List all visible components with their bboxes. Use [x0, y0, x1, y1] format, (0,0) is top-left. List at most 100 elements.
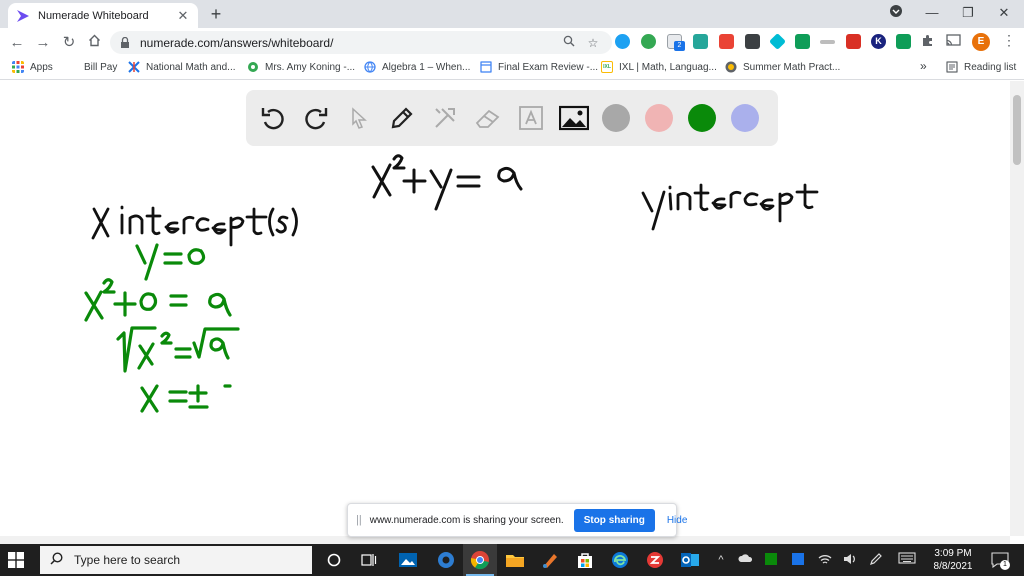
bookmark-item[interactable]: Summer Math Pract... [725, 61, 840, 73]
apps-grid-icon [12, 61, 24, 73]
extension-icon[interactable] [693, 34, 708, 49]
numerade-logo-icon [17, 9, 29, 22]
onedrive-icon[interactable] [738, 552, 754, 568]
file-explorer-icon[interactable] [505, 550, 525, 570]
extension-icon[interactable] [769, 33, 786, 50]
globe-icon [364, 61, 376, 73]
extension-icon[interactable] [615, 34, 630, 49]
extensions-puzzle-icon[interactable] [921, 34, 936, 49]
extension-icon[interactable] [745, 34, 760, 49]
drag-handle-icon[interactable]: || [356, 514, 362, 526]
bookmark-label: National Math and... [146, 61, 236, 73]
home-icon [88, 34, 100, 47]
app-tray-icon[interactable] [790, 552, 806, 568]
search-placeholder: Type here to search [74, 553, 181, 567]
ixl-logo-icon: IXL [601, 61, 613, 73]
chrome-menu-icon[interactable]: ⋮ [1000, 32, 1018, 49]
extension-icon[interactable] [641, 34, 656, 49]
chevron-down-icon [890, 5, 902, 17]
lock-icon [120, 36, 130, 48]
hide-button[interactable]: Hide [667, 515, 688, 526]
reading-list-icon [946, 61, 958, 73]
ink-x-intercept-heading [91, 205, 298, 247]
notification-count: 1 [1000, 560, 1010, 570]
scrollbar-thumb[interactable] [1013, 95, 1021, 165]
notifications-icon[interactable]: 1 [990, 552, 1010, 570]
volume-icon[interactable] [842, 552, 858, 568]
tab-title: Numerade Whiteboard [38, 9, 149, 22]
bookmark-item[interactable]: National Math and... [128, 61, 236, 73]
profile-menu-icon[interactable] [878, 0, 914, 28]
bookmark-item[interactable]: Bill Pay [66, 61, 117, 73]
app-tray-icon[interactable] [763, 552, 779, 568]
app-icon[interactable] [645, 550, 665, 570]
extension-icon[interactable] [795, 34, 810, 49]
forward-button[interactable]: → [32, 32, 54, 54]
zoom-icon[interactable] [560, 35, 578, 50]
ink-y-intercept-heading [641, 183, 819, 231]
bookmark-label: Apps [30, 61, 53, 73]
vertical-scrollbar[interactable] [1010, 81, 1024, 536]
new-tab-button[interactable]: + [205, 3, 227, 25]
address-bar[interactable]: numerade.com/answers/whiteboard/ ☆ [110, 31, 612, 54]
taskbar-search[interactable]: Type here to search [40, 546, 312, 574]
whiteboard-page[interactable] [0, 81, 1010, 536]
reading-list-button[interactable]: Reading list [946, 61, 1016, 73]
bookmark-item[interactable]: Mrs. Amy Koning -... [247, 61, 355, 73]
reload-button[interactable]: ↻ [58, 32, 80, 54]
clock-date: 8/8/2021 [933, 561, 973, 572]
extension-icon[interactable]: K [871, 34, 886, 49]
edge-app-icon[interactable] [610, 550, 630, 570]
more-bookmarks-button[interactable]: » [920, 59, 927, 73]
media-app-icon[interactable] [436, 550, 456, 570]
document-icon [480, 61, 492, 73]
profile-avatar[interactable]: E [972, 33, 990, 51]
whiteboard-canvas[interactable] [0, 81, 1010, 536]
cortana-icon[interactable] [324, 550, 344, 570]
bookmarks-bar: Apps Bill Pay National Math and... Mrs. … [0, 56, 1024, 80]
extension-badge: 2 [674, 41, 685, 51]
outlook-app-icon[interactable] [680, 550, 700, 570]
windows-start-icon[interactable] [8, 552, 24, 568]
close-window-button[interactable]: ✕ [986, 0, 1022, 28]
bookmark-label: Final Exam Review -... [498, 61, 599, 73]
extension-icon[interactable]: 2 [667, 34, 685, 51]
task-view-icon[interactable] [359, 550, 379, 570]
bookmark-item[interactable]: IXL IXL | Math, Languag... [601, 61, 717, 73]
windows-taskbar: Type here to search ^ 3:09 PM 8/8/2021 1 [0, 544, 1024, 576]
browser-tab[interactable]: Numerade Whiteboard ✕ [8, 3, 198, 28]
stop-sharing-button[interactable]: Stop sharing [573, 508, 655, 532]
bookmark-item[interactable]: Final Exam Review -... [480, 61, 598, 73]
photos-app-icon[interactable] [398, 550, 418, 570]
extension-icon[interactable] [719, 34, 734, 49]
home-button[interactable] [83, 32, 105, 54]
bookmark-item[interactable]: Algebra 1 – When... [364, 61, 470, 73]
bookmark-item[interactable]: Apps [12, 61, 53, 73]
extension-icon[interactable] [896, 34, 911, 49]
taskbar-clock[interactable]: 3:09 PM 8/8/2021 [928, 547, 978, 573]
reading-list-label: Reading list [964, 61, 1017, 73]
horizontal-scrollbar[interactable] [0, 536, 1010, 544]
pen-tray-icon[interactable] [868, 552, 884, 568]
paint-app-icon[interactable] [540, 550, 560, 570]
show-hidden-icons-icon[interactable]: ^ [713, 552, 729, 568]
chrome-app-icon[interactable] [463, 544, 497, 576]
restore-button[interactable]: ❐ [950, 0, 986, 28]
store-app-icon[interactable] [575, 550, 595, 570]
extension-icon[interactable] [820, 40, 835, 44]
pdf-extension-icon[interactable] [846, 34, 861, 49]
bookmark-label: Mrs. Amy Koning -... [265, 61, 356, 73]
browser-tab-bar: Numerade Whiteboard ✕ + — ❐ ✕ [0, 0, 1024, 28]
clock-time: 3:09 PM [934, 548, 972, 559]
url-text: numerade.com/answers/whiteboard/ [140, 35, 334, 50]
sharing-message: www.numerade.com is sharing your screen. [369, 514, 564, 526]
bookmark-label: Summer Math Pract... [743, 61, 841, 73]
wifi-icon[interactable] [817, 552, 833, 568]
bookmark-favicon [725, 61, 737, 73]
back-button[interactable]: ← [6, 32, 28, 54]
minimize-button[interactable]: — [914, 0, 950, 28]
tab-close-icon[interactable]: ✕ [176, 8, 190, 24]
cast-icon[interactable] [946, 34, 961, 49]
keyboard-icon[interactable] [898, 552, 916, 568]
bookmark-star-icon[interactable]: ☆ [584, 36, 602, 50]
